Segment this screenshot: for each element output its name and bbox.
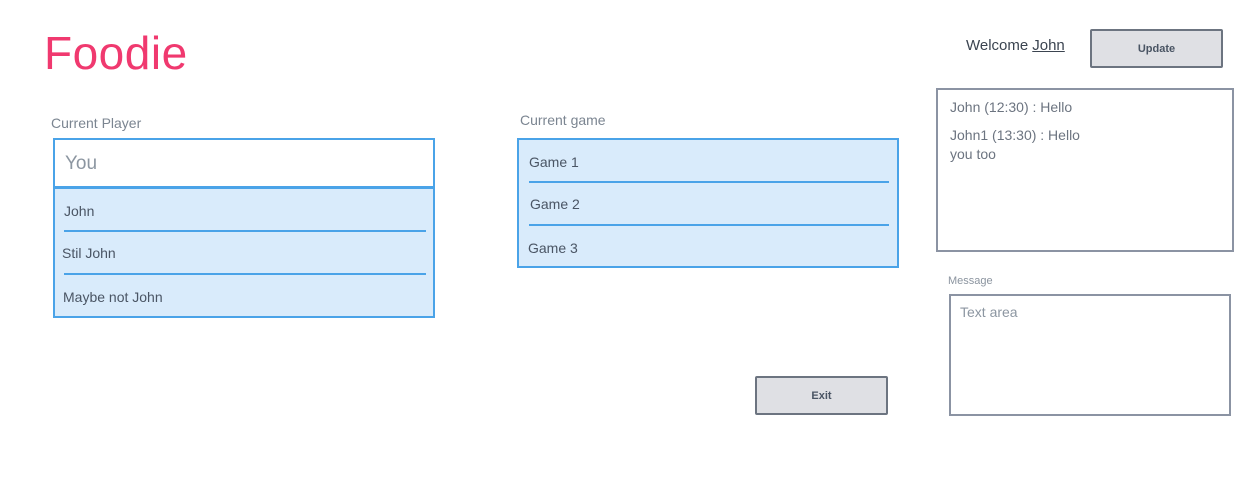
list-item[interactable]: Game 2 <box>519 183 897 225</box>
list-item[interactable]: Maybe not John <box>55 275 433 316</box>
chat-message: John1 (13:30) : Hello you too <box>950 127 1080 162</box>
list-item[interactable]: Stil John <box>55 232 433 274</box>
list-item[interactable]: Game 1 <box>519 140 897 182</box>
player-list: John Stil John Maybe not John <box>53 187 435 318</box>
username-link[interactable]: John <box>1032 37 1065 54</box>
player-input[interactable]: You <box>53 138 435 188</box>
exit-button[interactable]: Exit <box>755 376 888 415</box>
list-item-label: Game 1 <box>529 154 579 170</box>
message-label: Message <box>948 275 993 287</box>
current-game-label: Current game <box>520 112 606 128</box>
message-textarea[interactable]: Text area <box>949 294 1231 416</box>
list-item-label: Maybe not John <box>63 289 163 305</box>
list-item-label: Game 2 <box>530 196 580 212</box>
update-button[interactable]: Update <box>1090 29 1223 68</box>
welcome-message: Welcome John <box>966 37 1065 54</box>
list-item[interactable]: Game 3 <box>519 226 897 266</box>
app-logo: Foodie <box>44 27 188 79</box>
list-item-label: Stil John <box>62 245 116 261</box>
list-item-label: Game 3 <box>528 240 578 256</box>
chat-history[interactable]: John (12:30) : Hello John1 (13:30) : Hel… <box>936 88 1234 252</box>
list-item[interactable]: John <box>55 189 433 231</box>
chat-message: John (12:30) : Hello <box>950 99 1073 115</box>
list-item-label: John <box>64 203 95 219</box>
current-player-label: Current Player <box>51 115 142 131</box>
welcome-text: Welcome <box>966 37 1029 54</box>
game-list: Game 1 Game 2 Game 3 <box>517 138 899 268</box>
